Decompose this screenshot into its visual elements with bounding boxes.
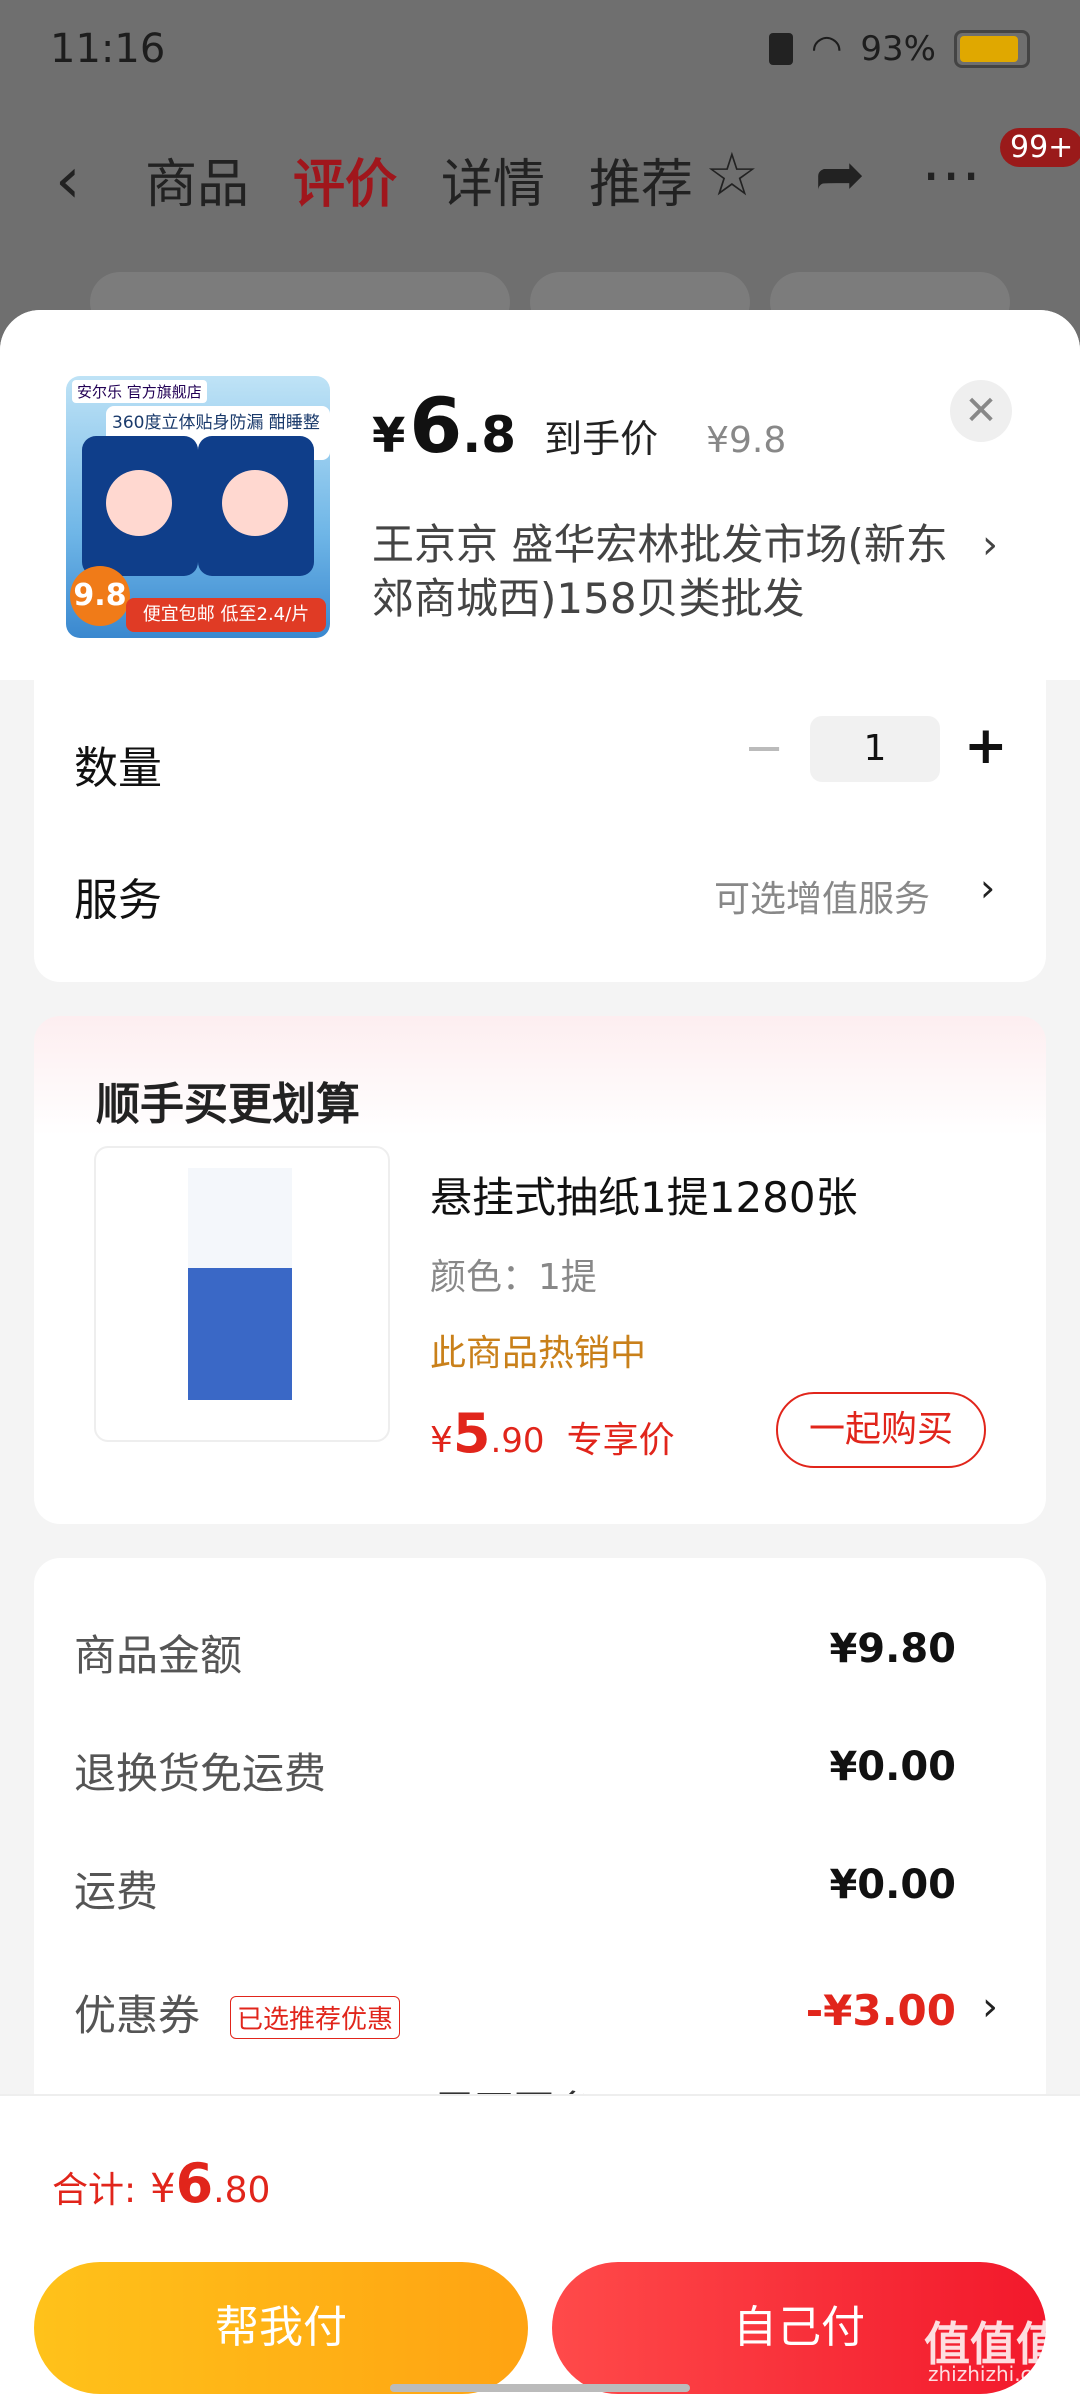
share-icon[interactable]: ➦ <box>815 140 865 210</box>
nav-actions: ☆ ➦ ⋯ <box>705 140 981 210</box>
total-currency: ¥ <box>150 2166 176 2212</box>
coupon-value[interactable]: -¥3.00 <box>806 1986 956 2035</box>
tissue-box-top <box>188 1168 292 1268</box>
price-decimal: .8 <box>462 406 517 464</box>
thumb-brand: 安尔乐 官方旗舰店 <box>72 380 207 403</box>
battery-icon <box>954 29 1030 68</box>
sim-icon <box>769 32 793 65</box>
summary-label: 退换货免运费 <box>74 1749 327 1798</box>
upsell-product-image[interactable] <box>94 1146 390 1442</box>
back-icon[interactable]: ‹ <box>55 144 81 218</box>
price-summary-card: 商品金额 ¥9.80 退换货免运费 ¥0.00 运费 ¥0.00 优惠券 已选推… <box>34 1558 1046 2134</box>
summary-value: ¥9.80 <box>829 1626 956 1672</box>
help-me-pay-button[interactable]: 帮我付 <box>34 2262 528 2394</box>
chevron-right-icon[interactable]: › <box>980 866 995 910</box>
service-label: 服务 <box>74 875 162 926</box>
upsell-hot-label: 此商品热销中 <box>430 1333 647 1374</box>
total-decimal: .80 <box>213 2170 271 2211</box>
upsell-price-decimal: .90 <box>490 1421 545 1461</box>
thumb-promo-bar: 便宜包邮 低至2.4/片 <box>126 598 326 632</box>
delivery-address[interactable]: 王京京 盛华宏林批发市场(新东郊商城西)158贝类批发 <box>372 518 972 626</box>
pack-face <box>222 470 288 536</box>
summary-label: 运费 <box>74 1867 159 1916</box>
minus-button[interactable]: − <box>744 720 784 776</box>
tab-details[interactable]: 详情 <box>441 142 545 217</box>
pack-image <box>198 436 314 576</box>
summary-value: ¥0.00 <box>829 1744 956 1790</box>
total-amount: 合计: ¥ 6 .80 <box>52 2152 270 2215</box>
watermark-url: zhizhizhi.com <box>928 2362 1064 2386</box>
thumb-price-badge: 9.8 <box>70 566 130 626</box>
summary-label: 商品金额 <box>74 1631 243 1680</box>
tab-goods[interactable]: 商品 <box>145 142 249 217</box>
upsell-item-spec: 颜色：1提 <box>430 1257 597 1298</box>
tab-recommend[interactable]: 推荐 <box>589 142 693 217</box>
plus-button[interactable]: + <box>964 716 1008 776</box>
more-icon[interactable]: ⋯ <box>921 140 981 210</box>
upsell-price-currency: ¥ <box>430 1420 453 1461</box>
purchase-sheet: 安尔乐 官方旗舰店 360度立体贴身防漏 酣睡整晚 9.8 便宜包邮 低至2.4… <box>0 310 1080 2400</box>
close-button[interactable]: ✕ <box>950 380 1012 442</box>
upsell-card: 顺手买更划算 悬挂式抽纸1提1280张 颜色：1提 此商品热销中 ¥ 5 .90… <box>34 1016 1046 1524</box>
summary-value: ¥0.00 <box>829 1862 956 1908</box>
tab-reviews[interactable]: 评价 <box>293 142 397 217</box>
message-badge: 99+ <box>1000 128 1080 167</box>
product-thumbnail: 安尔乐 官方旗舰店 360度立体贴身防漏 酣睡整晚 9.8 便宜包邮 低至2.4… <box>66 376 330 638</box>
options-card: 数量 − 1 + 服务 可选增值服务 › <box>34 680 1046 982</box>
home-indicator <box>390 2384 690 2392</box>
buy-together-button[interactable]: 一起购买 <box>776 1392 986 1468</box>
total-integer: 6 <box>175 2152 214 2215</box>
upsell-price-label: 专享价 <box>566 1420 675 1461</box>
price-integer: 6 <box>409 381 463 470</box>
wifi-icon: ◠ <box>811 28 843 69</box>
quantity-value[interactable]: 1 <box>810 716 940 782</box>
status-time: 11:16 <box>50 26 166 72</box>
upsell-price: ¥ 5 .90 专享价 <box>430 1402 675 1465</box>
service-value[interactable]: 可选增值服务 <box>714 870 930 922</box>
chevron-right-icon[interactable]: › <box>982 522 998 568</box>
checkout-footer: 合计: ¥ 6 .80 帮我付 自己付 <box>0 2094 1080 2400</box>
quantity-label: 数量 <box>74 743 162 794</box>
upsell-title: 顺手买更划算 <box>96 1079 360 1130</box>
price-label: 到手价 <box>544 417 659 461</box>
price-currency: ¥ <box>372 408 406 464</box>
pack-image <box>82 436 198 576</box>
original-price: ¥9.8 <box>706 420 787 461</box>
status-icons: ◠ 93% <box>769 28 1030 69</box>
upsell-item-name[interactable]: 悬挂式抽纸1提1280张 <box>430 1164 858 1225</box>
product-header: 安尔乐 官方旗舰店 360度立体贴身防漏 酣睡整晚 9.8 便宜包邮 低至2.4… <box>0 310 1080 680</box>
star-icon[interactable]: ☆ <box>705 140 759 210</box>
chevron-right-icon[interactable]: › <box>982 1984 998 2030</box>
battery-percent: 93% <box>860 28 936 69</box>
coupon-label: 优惠券 <box>74 1991 201 2040</box>
product-nav: ‹ 商品 评价 详情 推荐 ☆ ➦ ⋯ <box>0 120 1080 230</box>
pack-face <box>106 470 172 536</box>
total-label: 合计: <box>52 2170 137 2211</box>
price-row: ¥ 6 .8 到手价 ¥9.8 <box>372 381 787 470</box>
coupon-tag: 已选推荐优惠 <box>230 1996 401 2039</box>
upsell-price-integer: 5 <box>452 1402 491 1465</box>
status-bar: 11:16 ◠ 93% <box>0 0 1080 110</box>
nav-tabs: 商品 评价 详情 推荐 <box>145 142 693 217</box>
